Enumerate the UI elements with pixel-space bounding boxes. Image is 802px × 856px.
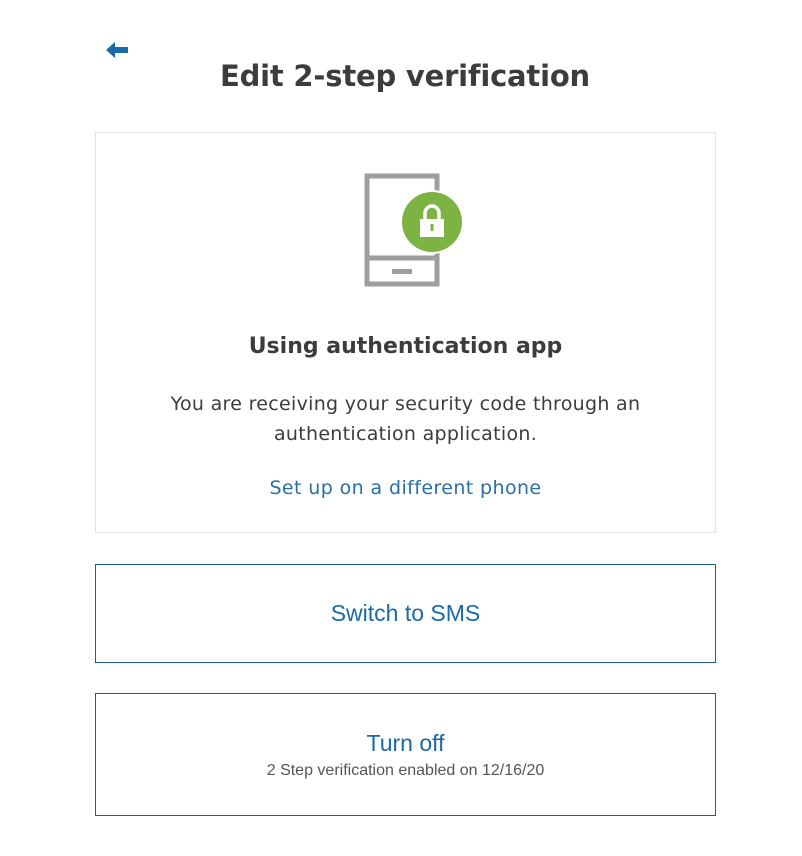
method-title: Using authentication app bbox=[248, 334, 563, 359]
current-method-card: Using authentication app You are receivi… bbox=[95, 132, 716, 533]
turn-off-label: Turn off bbox=[366, 730, 445, 756]
switch-to-sms-button[interactable]: Switch to SMS bbox=[95, 564, 716, 663]
enabled-date-text: 2 Step verification enabled on 12/16/20 bbox=[266, 762, 545, 779]
turn-off-button[interactable]: Turn off 2 Step verification enabled on … bbox=[95, 693, 716, 816]
phone-lock-icon bbox=[364, 173, 468, 291]
edit-2-step-page: Edit 2-step verification Using authentic… bbox=[0, 0, 802, 856]
method-description: You are receiving your security code thr… bbox=[170, 393, 641, 445]
switch-to-sms-label: Switch to SMS bbox=[330, 600, 481, 626]
setup-different-phone-link[interactable]: Set up on a different phone bbox=[96, 474, 715, 502]
page-title: Edit 2-step verification bbox=[219, 59, 591, 93]
